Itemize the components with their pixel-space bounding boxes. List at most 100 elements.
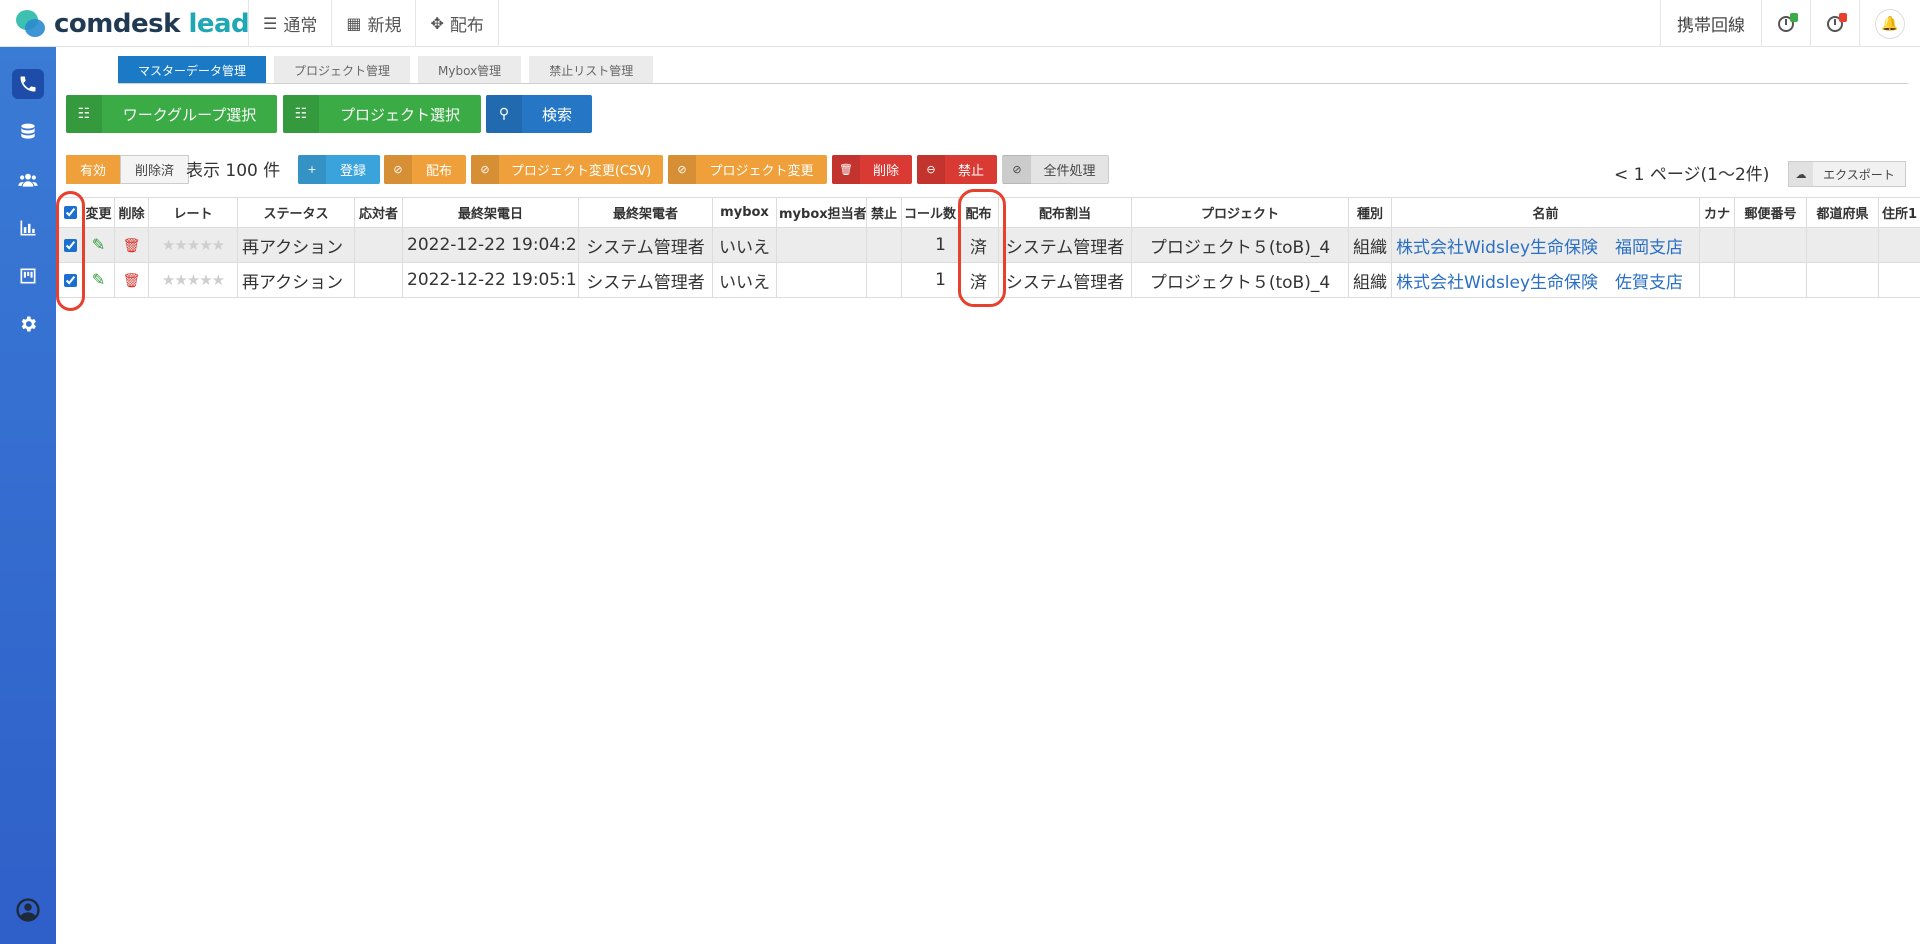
header-last-caller[interactable]: 最終架電者: [578, 197, 713, 228]
zip-cell: [1734, 227, 1807, 263]
delete-cell[interactable]: 🗑: [114, 262, 149, 298]
header-rate[interactable]: レート: [148, 197, 238, 228]
timer-green-button[interactable]: [1761, 0, 1810, 47]
green-badge: [1790, 13, 1798, 22]
header-last-call-date[interactable]: 最終架電日: [402, 197, 579, 228]
header-address1[interactable]: 住所1: [1878, 197, 1920, 228]
header-assignee[interactable]: 配布割当: [998, 197, 1132, 228]
rating-stars[interactable]: ★★★★★: [162, 236, 225, 254]
menu-new[interactable]: ▦ 新規: [332, 0, 417, 47]
expand-icon: ✥: [430, 14, 444, 33]
status-cell: 再アクション: [237, 262, 355, 298]
list-indent-icon: ☷: [66, 95, 102, 133]
header-kind[interactable]: 種別: [1348, 197, 1392, 228]
check-circle-icon: ⊘: [1003, 155, 1031, 184]
top-navigation: comdesk lead ☰ 通常 ▦ 新規 ✥ 配布 携帯回線 🔔: [0, 0, 1920, 47]
project-change-csv-button[interactable]: ⊘ プロジェクト変更(CSV): [471, 155, 663, 184]
red-badge: [1839, 13, 1847, 22]
user-circle-icon[interactable]: [12, 895, 44, 925]
project-cell: プロジェクト５(toB)_4: [1131, 262, 1349, 298]
mybox-cell: いいえ: [712, 262, 777, 298]
search-button[interactable]: ⚲ 検索: [486, 95, 592, 133]
prohibit-cell: [866, 227, 902, 263]
users-icon[interactable]: [12, 165, 44, 195]
header-prohibit[interactable]: 禁止: [866, 197, 902, 228]
header-prefecture[interactable]: 都道府県: [1806, 197, 1879, 228]
tab-prohibit-list[interactable]: 禁止リスト管理: [529, 56, 654, 84]
prohibit-button[interactable]: ⊖ 禁止: [917, 155, 997, 184]
gear-icon[interactable]: [12, 309, 44, 339]
rate-cell[interactable]: ★★★★★: [148, 262, 238, 298]
delete-button[interactable]: 🗑 削除: [832, 155, 912, 184]
assignee-cell: システム管理者: [998, 227, 1132, 263]
trash-icon[interactable]: 🗑: [123, 273, 141, 289]
header-call-count[interactable]: コール数: [901, 197, 959, 228]
distribute-button[interactable]: ⊘ 配布: [384, 155, 466, 184]
app-logo[interactable]: comdesk lead: [16, 7, 250, 41]
show-count[interactable]: 表示 100 件: [186, 156, 280, 181]
filter-active[interactable]: 有効: [66, 155, 121, 184]
header-kana[interactable]: カナ: [1699, 197, 1735, 228]
name-link[interactable]: 株式会社Widsley生命保険 佐賀支店: [1391, 262, 1700, 298]
menu-normal-label: 通常: [283, 16, 318, 36]
pencil-icon[interactable]: ✎: [92, 270, 105, 289]
grid-icon: ▦: [346, 14, 362, 33]
rate-cell[interactable]: ★★★★★: [148, 227, 238, 263]
tab-master-data[interactable]: マスターデータ管理: [118, 56, 267, 84]
status-cell: 再アクション: [237, 227, 355, 263]
tab-divider: [118, 83, 1908, 84]
menu-distribute-label: 配布: [449, 16, 484, 36]
last-call-cell: 2022-12-22 19:04:27: [402, 227, 579, 263]
timer-red-button[interactable]: [1810, 0, 1859, 47]
phone-line-selector[interactable]: 携帯回線: [1660, 0, 1761, 47]
project-cell: プロジェクト５(toB)_4: [1131, 227, 1349, 263]
notification-button[interactable]: 🔔: [1859, 0, 1920, 47]
call-count-cell: 1: [901, 262, 959, 298]
search-icon: ⚲: [486, 95, 522, 133]
phone-icon[interactable]: [12, 69, 44, 99]
mybox-owner-cell: [776, 262, 867, 298]
top-right-tools: 携帯回線 🔔: [1660, 0, 1920, 47]
header-zip[interactable]: 郵便番号: [1734, 197, 1807, 228]
edit-cell[interactable]: ✎: [82, 262, 115, 298]
workgroup-select-button[interactable]: ☷ ワークグループ選択: [66, 95, 277, 133]
address-cell: [1878, 227, 1920, 263]
logo-product: lead: [188, 9, 250, 39]
filter-deleted[interactable]: 削除済: [120, 155, 190, 184]
chart-icon[interactable]: [12, 213, 44, 243]
trash-icon[interactable]: 🗑: [123, 238, 141, 254]
project-select-button[interactable]: ☷ プロジェクト選択: [283, 95, 481, 133]
database-icon[interactable]: [12, 117, 44, 147]
menu-normal[interactable]: ☰ 通常: [248, 0, 333, 47]
prefecture-cell: [1806, 227, 1879, 263]
project-change-csv-label: プロジェクト変更(CSV): [510, 164, 652, 179]
list-indent-icon: ☷: [283, 95, 319, 133]
assignee-cell: システム管理者: [998, 262, 1132, 298]
logo-name: comdesk: [54, 9, 180, 39]
menu-distribute[interactable]: ✥ 配布: [416, 0, 499, 47]
delete-cell[interactable]: 🗑: [114, 227, 149, 263]
export-button[interactable]: ☁ エクスポート: [1788, 161, 1906, 187]
header-mybox-owner[interactable]: mybox担当者: [776, 197, 867, 228]
project-change-button[interactable]: ⊘ プロジェクト変更: [668, 155, 827, 184]
export-label: エクスポート: [1823, 167, 1895, 182]
rating-stars[interactable]: ★★★★★: [162, 271, 225, 289]
header-project[interactable]: プロジェクト: [1131, 197, 1349, 228]
tab-mybox[interactable]: Mybox管理: [418, 56, 522, 84]
trash-icon: 🗑: [832, 155, 860, 184]
edit-cell[interactable]: ✎: [82, 227, 115, 263]
kana-cell: [1699, 262, 1735, 298]
register-button[interactable]: + 登録: [298, 155, 380, 184]
header-status[interactable]: ステータス: [237, 197, 355, 228]
pagination[interactable]: < 1 ページ(1〜2件): [1614, 160, 1769, 185]
all-process-button[interactable]: ⊘ 全件処理: [1002, 155, 1109, 184]
header-name[interactable]: 名前: [1391, 197, 1700, 228]
annotation-oval-checkboxes: [56, 191, 85, 311]
tab-project[interactable]: プロジェクト管理: [274, 56, 411, 84]
pencil-icon[interactable]: ✎: [92, 235, 105, 254]
name-link[interactable]: 株式会社Widsley生命保険 福岡支店: [1391, 227, 1700, 263]
header-responder[interactable]: 応対者: [354, 197, 403, 228]
board-icon[interactable]: [12, 261, 44, 291]
sidebar: [0, 47, 56, 944]
header-mybox[interactable]: mybox: [712, 197, 777, 228]
